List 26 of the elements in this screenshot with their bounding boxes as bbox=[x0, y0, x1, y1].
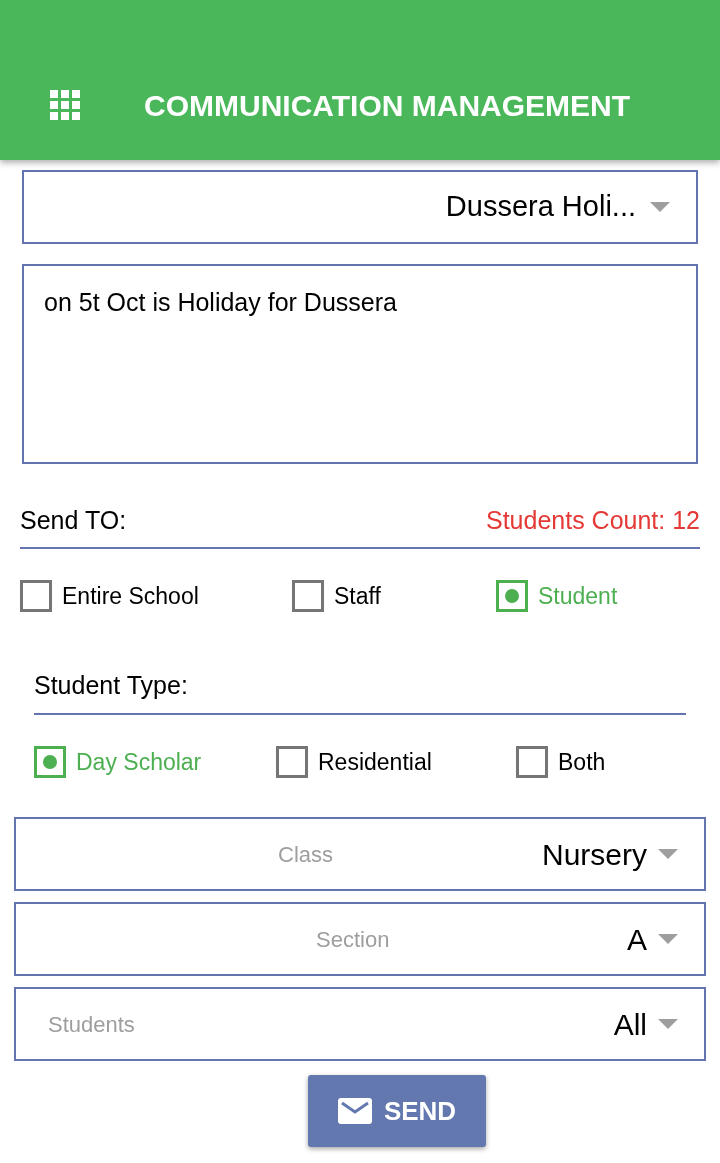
caret-icon bbox=[650, 202, 670, 212]
filter-dropdown[interactable]: Class Nursery bbox=[14, 817, 706, 891]
template-dropdown[interactable]: Dussera Holi... bbox=[22, 170, 698, 244]
app-title: COMMUNICATION MANAGEMENT bbox=[144, 87, 631, 124]
filter-dropdown[interactable]: Section A bbox=[14, 902, 706, 976]
dropdown-label: Section bbox=[316, 925, 390, 954]
students-count: Students Count: 12 bbox=[485, 505, 700, 535]
message-field[interactable]: on 5t Oct is Holiday for Dussera bbox=[22, 264, 698, 464]
option-item[interactable]: Residential bbox=[276, 746, 432, 778]
option-item[interactable]: Entire School bbox=[20, 580, 199, 612]
apps-grid-icon[interactable] bbox=[50, 90, 80, 120]
section-label: Send TO: bbox=[20, 505, 127, 535]
caret-icon bbox=[658, 1019, 678, 1029]
dropdown-label: Students bbox=[48, 1010, 135, 1039]
dropdown-label: Class bbox=[278, 840, 333, 869]
caret-icon bbox=[658, 934, 678, 944]
dropdown-value: All bbox=[613, 1006, 647, 1043]
dropdown-value: Nursery bbox=[542, 836, 647, 873]
filter-dropdown[interactable]: Students All bbox=[14, 987, 706, 1061]
send-button[interactable]: SEND bbox=[308, 1075, 486, 1147]
option-item[interactable]: Both bbox=[516, 746, 606, 778]
mail-icon bbox=[337, 1098, 372, 1124]
option-item[interactable]: Staff bbox=[292, 580, 381, 612]
caret-icon bbox=[658, 849, 678, 859]
dropdown-value: A bbox=[627, 921, 647, 958]
section-label: Student Type: bbox=[34, 670, 188, 700]
